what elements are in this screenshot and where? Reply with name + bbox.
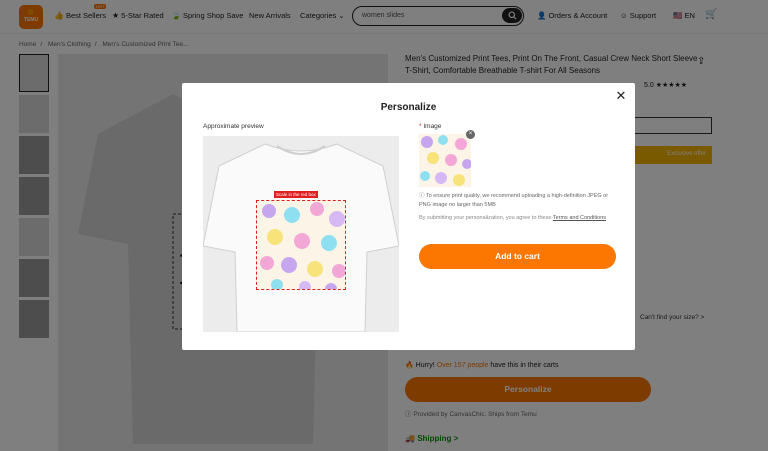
uploaded-image-thumbnail[interactable] (419, 134, 471, 187)
dialog-title: Personalize (380, 102, 437, 113)
preview-image: Scale in the red box (203, 136, 399, 332)
add-to-cart-button[interactable]: Add to cart (419, 244, 616, 269)
scale-tag: Scale in the red box (274, 191, 318, 198)
personalize-dialog: Personalize ✕ Approximate preview Scale … (182, 83, 635, 350)
image-label: * Image (419, 123, 442, 130)
preview-label: Approximate preview (203, 123, 264, 130)
terms-note: By submitting your personalization, you … (419, 215, 607, 221)
close-icon[interactable]: ✕ (615, 89, 627, 102)
dotted-pattern-thumbnail (420, 135, 471, 186)
print-area[interactable] (256, 200, 346, 290)
remove-image-icon[interactable]: × (466, 130, 475, 139)
terms-link[interactable]: Terms and Conditions (553, 215, 606, 221)
info-icon: ⓘ (419, 193, 425, 199)
dotted-pattern (260, 202, 345, 289)
quality-note: ⓘ To ensure print quality, we recommend … (419, 193, 609, 208)
